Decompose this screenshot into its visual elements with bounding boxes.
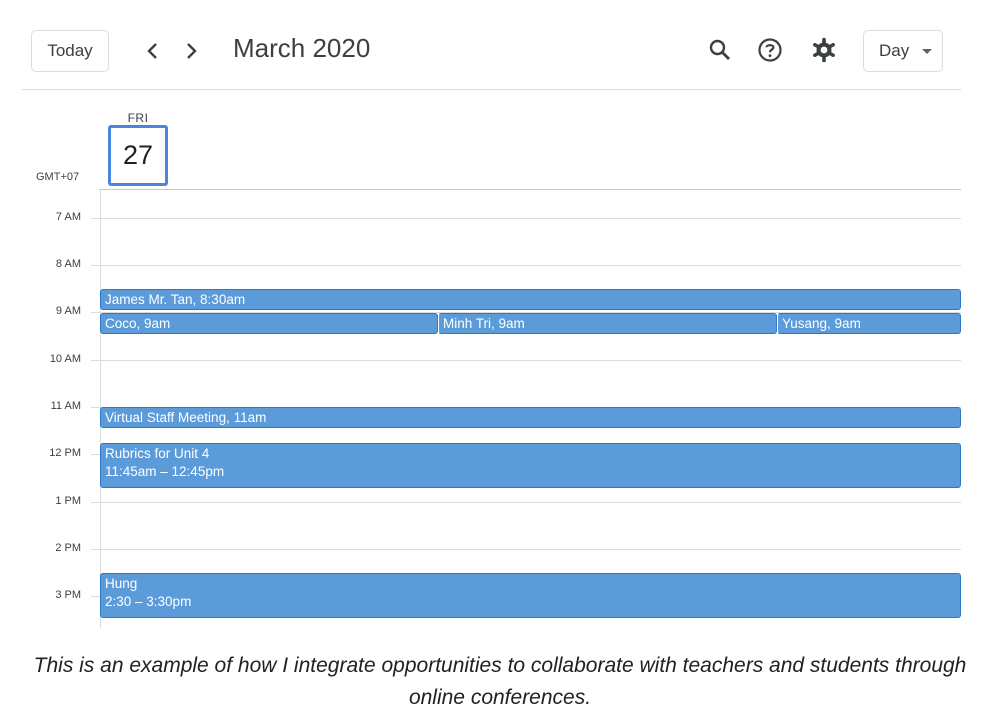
event-time: , 9am bbox=[491, 316, 525, 331]
hour-line bbox=[91, 265, 961, 266]
next-day-button[interactable] bbox=[176, 34, 206, 68]
search-icon bbox=[709, 39, 730, 60]
event-hung[interactable]: Hung 2:30 – 3:30pm bbox=[100, 573, 961, 618]
grid-top-border bbox=[99, 189, 961, 190]
gear-icon bbox=[813, 37, 835, 63]
caret-down-icon bbox=[922, 49, 932, 54]
search-button[interactable] bbox=[703, 33, 737, 67]
caption-text: This is an example of how I integrate op… bbox=[33, 654, 967, 709]
hour-line bbox=[91, 549, 961, 550]
event-time: , 11am bbox=[226, 410, 267, 425]
event-time: , 8:30am bbox=[192, 292, 246, 307]
hour-label: 10 AM bbox=[49, 353, 81, 365]
event-time: 11:45am – 12:45pm bbox=[105, 464, 225, 479]
event-title: Minh Tri bbox=[443, 316, 492, 331]
event-james-mr-tan[interactable]: James Mr. Tan, 8:30am bbox=[100, 289, 961, 310]
event-rubrics-for-unit-4[interactable]: Rubrics for Unit 4 11:45am – 12:45pm bbox=[100, 443, 961, 488]
help-button[interactable] bbox=[753, 33, 787, 67]
event-title: James Mr. Tan bbox=[105, 292, 193, 307]
event-time: , 9am bbox=[827, 316, 861, 331]
hour-line bbox=[91, 218, 961, 219]
hour-label: 12 PM bbox=[49, 447, 81, 459]
view-selector-value: Day bbox=[879, 41, 910, 60]
view-selector[interactable]: Day bbox=[863, 30, 943, 72]
hour-line bbox=[91, 360, 961, 361]
event-title: Rubrics for Unit 4 bbox=[105, 446, 210, 461]
hour-label: 11 AM bbox=[50, 400, 81, 412]
hour-label: 1 PM bbox=[55, 495, 81, 507]
hour-label: 9 AM bbox=[55, 305, 81, 317]
hour-line bbox=[91, 502, 961, 503]
event-title: Yusang bbox=[782, 316, 828, 331]
header-divider bbox=[22, 89, 961, 90]
hour-label: 3 PM bbox=[55, 589, 81, 601]
help-circle-icon bbox=[758, 38, 782, 62]
event-virtual-staff-meeting[interactable]: Virtual Staff Meeting, 11am bbox=[100, 407, 961, 428]
hour-label: 7 AM bbox=[55, 211, 81, 223]
event-coco[interactable]: Coco, 9am bbox=[100, 313, 438, 334]
settings-button[interactable] bbox=[807, 33, 841, 67]
event-title: Virtual Staff Meeting bbox=[105, 410, 227, 425]
previous-day-button[interactable] bbox=[138, 34, 168, 68]
month-title: March 2020 bbox=[233, 33, 371, 63]
event-minh-tri[interactable]: Minh Tri, 9am bbox=[438, 313, 777, 334]
hour-label: 8 AM bbox=[55, 258, 81, 270]
weekday-label: FRI bbox=[127, 111, 149, 125]
chevron-left-icon bbox=[147, 43, 157, 59]
event-yusang[interactable]: Yusang, 9am bbox=[777, 313, 961, 334]
event-title: Coco bbox=[105, 316, 137, 331]
event-time: 2:30 – 3:30pm bbox=[105, 594, 192, 609]
date-number-button[interactable]: 27 bbox=[108, 125, 168, 186]
chevron-right-icon bbox=[187, 43, 197, 59]
event-title: Hung bbox=[105, 576, 138, 591]
today-button[interactable]: Today bbox=[31, 30, 109, 72]
hour-label: 2 PM bbox=[55, 542, 81, 554]
timezone-label: GMT+07 bbox=[36, 171, 80, 183]
event-time: , 9am bbox=[136, 316, 171, 331]
